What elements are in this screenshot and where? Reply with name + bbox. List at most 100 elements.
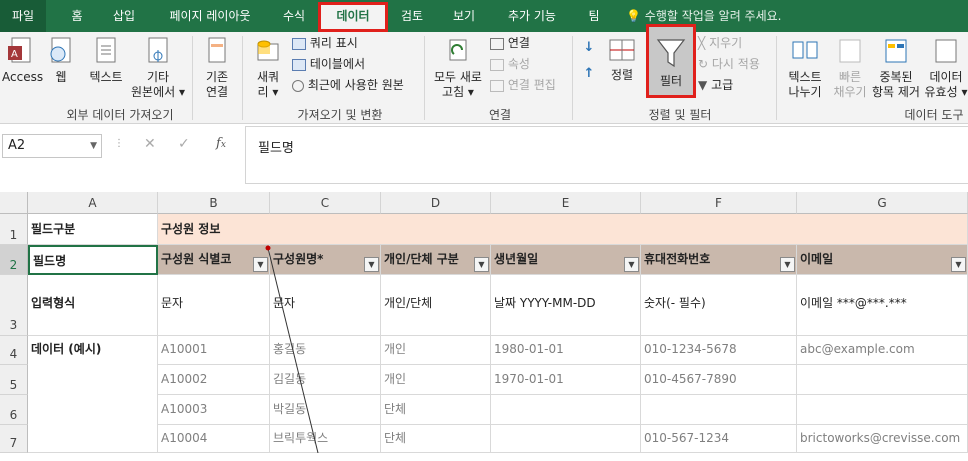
lightbulb-icon: 💡 bbox=[626, 9, 641, 23]
tab-view[interactable]: 보기 bbox=[446, 0, 482, 32]
from-other-sources-button[interactable]: 기타 원본에서 ▾ bbox=[128, 36, 188, 100]
svg-text:A: A bbox=[11, 49, 18, 60]
text-to-columns-button[interactable]: 텍스트 나누기 bbox=[780, 36, 830, 100]
properties-label: 속성 bbox=[507, 57, 530, 71]
query-table-icon bbox=[292, 37, 306, 50]
clear-filter-button[interactable]: ╳ 지우기 bbox=[698, 36, 778, 51]
existing-connections-icon bbox=[208, 37, 226, 63]
remove-duplicates-button[interactable]: 중복된 항목 제거 bbox=[870, 36, 922, 100]
worksheet-grid: A B C D E F G 1 필드구분 구성원 정보 2 필드명 구성원 식별… bbox=[0, 192, 968, 453]
advanced-filter-icon: ▼ bbox=[698, 78, 708, 92]
data-validation-button[interactable]: 데이터 유효성 ▾ bbox=[924, 36, 968, 100]
recent-sources-button[interactable]: 최근에 사용한 원본 bbox=[292, 78, 422, 93]
flash-fill-button[interactable]: 빠른 채우기 bbox=[830, 36, 870, 100]
filter-button[interactable]: 필터 bbox=[649, 36, 693, 89]
clock-icon bbox=[292, 79, 304, 92]
text-to-columns-label-1: 텍스트 bbox=[788, 70, 822, 84]
sort-za-icon: ↑ bbox=[583, 66, 595, 81]
cancel-icon[interactable]: ✕ bbox=[144, 136, 156, 152]
existing-connections-button[interactable]: 기존 연결 bbox=[196, 36, 238, 100]
new-query-button[interactable]: 새쿼 리 ▾ bbox=[248, 36, 288, 100]
from-table-label: 테이블에서 bbox=[309, 57, 366, 71]
sort-label: 정렬 bbox=[610, 68, 634, 82]
insert-function-icon[interactable]: fx bbox=[216, 136, 226, 151]
from-access-label: Access bbox=[2, 70, 44, 84]
name-box[interactable]: A2 ▼ bbox=[2, 134, 102, 158]
formula-bar-grip-icon: ⋮ bbox=[114, 138, 124, 149]
web-icon bbox=[50, 37, 71, 63]
reapply-icon: ↻ bbox=[698, 57, 709, 71]
ribbon-tab-bar: 파일 홈 삽입 페이지 레이아웃 수식 데이터 검토 보기 추가 기능 팀 💡 … bbox=[0, 0, 968, 32]
sort-descending-button[interactable]: ↑ bbox=[578, 66, 600, 81]
filter-funnel-icon bbox=[656, 39, 686, 68]
flash-fill-label-2: 채우기 bbox=[833, 85, 867, 99]
reapply-button[interactable]: ↻ 다시 적용 bbox=[698, 57, 778, 72]
refresh-all-label-2: 고침 ▾ bbox=[442, 85, 474, 99]
text-to-columns-label-2: 나누기 bbox=[788, 85, 822, 99]
from-access-button[interactable]: A Access bbox=[2, 36, 44, 85]
data-validation-icon bbox=[935, 39, 957, 63]
from-table-button[interactable]: 테이블에서 bbox=[292, 57, 422, 72]
ribbon-separator bbox=[192, 36, 193, 120]
from-text-button[interactable]: 텍스트 bbox=[84, 36, 128, 85]
advanced-filter-button[interactable]: ▼ 고급 bbox=[698, 78, 778, 93]
properties-icon bbox=[490, 58, 504, 71]
properties-button[interactable]: 속성 bbox=[490, 57, 580, 72]
text-to-columns-icon bbox=[792, 41, 818, 59]
flash-fill-label-1: 빠른 bbox=[838, 70, 862, 84]
ribbon-separator bbox=[242, 36, 243, 120]
connections-label: 연결 bbox=[507, 36, 530, 50]
advanced-filter-label: 고급 bbox=[711, 78, 734, 92]
formula-input[interactable]: 필드명 bbox=[245, 126, 968, 184]
tab-team[interactable]: 팀 bbox=[582, 0, 606, 32]
edit-links-icon bbox=[490, 79, 504, 92]
text-file-icon bbox=[96, 37, 116, 63]
remove-duplicates-label-1: 중복된 bbox=[879, 70, 913, 84]
tab-addins[interactable]: 추가 기능 bbox=[500, 0, 564, 32]
refresh-all-button[interactable]: 모두 새로 고침 ▾ bbox=[428, 36, 488, 100]
get-external-data-group-label: 외부 데이터 가져오기 bbox=[66, 108, 174, 122]
tab-page-layout[interactable]: 페이지 레이아웃 bbox=[158, 0, 262, 32]
sort-ascending-button[interactable]: ↓ bbox=[578, 40, 600, 55]
connections-icon bbox=[490, 37, 504, 50]
tell-me-text: 수행할 작업을 알려 주세요. bbox=[644, 9, 782, 23]
data-tools-group-label: 데이터 도구 bbox=[904, 108, 964, 122]
from-text-label: 텍스트 bbox=[89, 70, 123, 84]
show-queries-button[interactable]: 쿼리 표시 bbox=[292, 36, 422, 51]
data-validation-label-1: 데이터 bbox=[929, 70, 963, 84]
ribbon-separator bbox=[572, 36, 573, 120]
ribbon-separator bbox=[776, 36, 777, 120]
sort-button[interactable]: 정렬 bbox=[604, 38, 640, 83]
existing-connections-label-2: 연결 bbox=[205, 85, 229, 99]
clear-filter-label: 지우기 bbox=[709, 36, 743, 50]
get-transform-group-label: 가져오기 및 변환 bbox=[297, 108, 383, 122]
remove-duplicates-label-2: 항목 제거 bbox=[872, 85, 920, 99]
connections-group-label: 연결 bbox=[488, 108, 512, 122]
edit-links-label: 연결 편집 bbox=[507, 78, 556, 92]
edit-links-button[interactable]: 연결 편집 bbox=[490, 78, 580, 93]
reapply-label: 다시 적용 bbox=[711, 57, 760, 71]
from-web-label: 웹 bbox=[55, 70, 67, 84]
filter-label: 필터 bbox=[659, 74, 683, 88]
ribbon-separator bbox=[424, 36, 425, 120]
other-sources-icon bbox=[148, 37, 168, 63]
name-box-dropdown-icon[interactable]: ▼ bbox=[90, 135, 97, 157]
table-icon bbox=[292, 58, 306, 71]
connections-button[interactable]: 연결 bbox=[490, 36, 580, 51]
new-query-icon bbox=[257, 40, 279, 61]
tab-home[interactable]: 홈 bbox=[62, 0, 92, 32]
refresh-all-icon bbox=[449, 39, 467, 61]
tab-insert[interactable]: 삽입 bbox=[104, 0, 144, 32]
ribbon-data: A Access 웹 텍스트 기타 원본에서 ▾ 외부 데이터 가져오기 기존 … bbox=[0, 24, 968, 124]
tab-review[interactable]: 검토 bbox=[394, 0, 430, 32]
tab-data[interactable]: 데이터 bbox=[318, 2, 388, 32]
access-icon: A bbox=[8, 37, 31, 63]
show-queries-label: 쿼리 표시 bbox=[309, 36, 358, 50]
tab-file[interactable]: 파일 bbox=[0, 0, 46, 32]
new-query-label-1: 새쿼 bbox=[256, 70, 280, 84]
tab-formulas[interactable]: 수식 bbox=[274, 0, 314, 32]
existing-connections-label-1: 기존 bbox=[205, 70, 229, 84]
from-web-button[interactable]: 웹 bbox=[46, 36, 76, 85]
enter-icon[interactable]: ✓ bbox=[178, 136, 190, 152]
from-other-label-2: 원본에서 ▾ bbox=[131, 85, 185, 99]
